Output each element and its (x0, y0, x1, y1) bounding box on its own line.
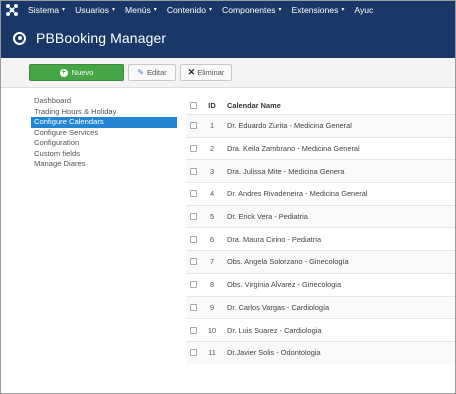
sidebar-item-configuration[interactable]: Configuration (31, 138, 177, 149)
row-calendar-name-link[interactable]: Dra. Keila Zambrano - Medicina General (227, 144, 360, 153)
table-row: 4 Dr. Andres Rivadeneira - Medicina Gener… (186, 182, 455, 205)
row-checkbox[interactable] (190, 326, 197, 334)
menu-extensiones[interactable]: Extensiones ▾ (292, 5, 345, 15)
row-id: 3 (209, 166, 215, 176)
page-title: PBBooking Manager (36, 30, 167, 46)
column-header-id[interactable]: ID (197, 101, 227, 110)
row-checkbox[interactable] (190, 213, 197, 221)
menu-contenido-label: Contenido (166, 4, 206, 15)
row-id: 9 (209, 302, 215, 312)
sidebar-item-manage-diares[interactable]: Manage Diares (31, 159, 177, 170)
x-icon: ✕ (187, 67, 196, 77)
caret-down-icon: ▾ (341, 7, 345, 13)
table-row: 3 Dra. Julissa Mite - Medicina Genera (186, 159, 455, 183)
row-calendar-name-link[interactable]: Dr. Andres Rivadeneira - Medicina Genera… (227, 189, 368, 198)
table-row: 11 Dr.Javier Solis - Odontologia (186, 340, 455, 364)
row-id: 4 (209, 189, 215, 199)
row-calendar-name-link[interactable]: Dr. Eduardo Zurita - Medicina General (227, 121, 352, 130)
sidebar-item-dashboard[interactable]: Dashboard (31, 96, 177, 107)
row-id: 7 (209, 257, 215, 267)
row-checkbox[interactable] (190, 122, 197, 130)
menu-ayuda-label: Ayuc (354, 4, 374, 15)
row-checkbox[interactable] (190, 145, 197, 153)
row-id: 5 (209, 212, 215, 222)
caret-down-icon: ▾ (278, 7, 282, 13)
row-calendar-name-link[interactable]: Obs. Virginia Alvarez - Ginecologia (227, 280, 341, 289)
table-row: 9 Dr. Carlos Vargas - Cardiología (186, 295, 455, 319)
sidebar: Dashboard Trading Hours & Holiday Config… (31, 96, 177, 170)
row-id: 11 (208, 348, 216, 358)
edit-button-label: Editar (147, 68, 167, 77)
select-all-checkbox[interactable] (190, 102, 197, 109)
sidebar-item-configure-calendars[interactable]: Configure Calendars (31, 117, 177, 128)
menu-usuarios[interactable]: Usuarios ▾ (75, 5, 115, 15)
row-checkbox[interactable] (190, 167, 197, 175)
calendars-table: ID Calendar Name 1 Dr. Eduardo Zurita - M… (186, 97, 455, 364)
app-window: Sistema ▾ Usuarios ▾ Menús ▾ Contenido ▾ Com… (0, 0, 456, 394)
menu-componentes-label: Componentes (222, 4, 276, 15)
row-calendar-name-link[interactable]: Dr. Carlos Vargas - Cardiología (227, 303, 329, 312)
menu-menus[interactable]: Menús ▾ (125, 5, 157, 15)
pencil-icon: ✎ (137, 68, 145, 77)
caret-down-icon: ▾ (209, 7, 213, 13)
edit-button[interactable]: ✎ Editar (128, 64, 176, 81)
row-id: 10 (207, 325, 217, 335)
table-row: 6 Dra. Maura Cirino - Pediatria (186, 227, 455, 250)
row-checkbox[interactable] (190, 235, 197, 243)
row-checkbox[interactable] (190, 303, 197, 311)
top-menu-bar: Sistema ▾ Usuarios ▾ Menús ▾ Contenido ▾ Com… (1, 1, 455, 18)
row-checkbox[interactable] (190, 349, 197, 357)
row-checkbox[interactable] (190, 190, 197, 198)
row-id: 1 (209, 121, 215, 131)
row-checkbox[interactable] (190, 281, 197, 289)
row-calendar-name-link[interactable]: Dr. Erick Vera - Pediatria (227, 212, 308, 221)
menu-usuarios-label: Usuarios (75, 4, 109, 15)
row-id: 8 (209, 280, 215, 290)
row-id: 2 (209, 144, 215, 154)
row-calendar-name-link[interactable]: Dr.Javier Solis - Odontologia (227, 348, 321, 357)
menu-sistema[interactable]: Sistema ▾ (28, 5, 65, 15)
page-header: PBBooking Manager (1, 18, 455, 58)
menu-contenido[interactable]: Contenido ▾ (167, 5, 212, 15)
row-calendar-name-link[interactable]: Dra. Maura Cirino - Pediatria (227, 235, 321, 244)
delete-button[interactable]: ✕ Eliminar (180, 64, 232, 81)
circle-dot-icon (13, 31, 26, 45)
menu-menus-label: Menús (125, 4, 151, 15)
menu-extensiones-label: Extensiones (291, 4, 339, 15)
joomla-logo-icon[interactable] (5, 3, 19, 17)
table-row: 10 Dr. Luis Suarez - Cardiologia (186, 318, 455, 341)
menu-ayuda[interactable]: Ayuc (354, 5, 373, 15)
new-button-label: Nuevo (71, 68, 94, 77)
table-row: 8 Obs. Virginia Alvarez - Ginecologia (186, 272, 455, 296)
new-button[interactable]: + Nuevo (29, 64, 124, 81)
toolbar: + Nuevo ✎ Editar ✕ Eliminar (1, 58, 455, 88)
row-checkbox[interactable] (190, 258, 197, 266)
delete-button-label: Eliminar (197, 68, 225, 77)
row-id: 6 (209, 234, 215, 244)
table-row: 1 Dr. Eduardo Zurita - Medicina General (186, 114, 455, 137)
menu-sistema-label: Sistema (28, 4, 60, 15)
caret-down-icon: ▾ (111, 7, 115, 13)
table-row: 7 Obs. Angela Solorzano - Ginecología (186, 250, 455, 273)
column-header-name[interactable]: Calendar Name (227, 101, 281, 110)
row-calendar-name-link[interactable]: Dra. Julissa Mite - Medicina Genera (227, 167, 344, 176)
table-row: 2 Dra. Keila Zambrano - Medicina General (186, 136, 455, 160)
table-header-row: ID Calendar Name (186, 97, 455, 114)
row-calendar-name-link[interactable]: Obs. Angela Solorzano - Ginecología (227, 257, 349, 266)
menu-componentes[interactable]: Componentes ▾ (222, 5, 282, 15)
plus-circle-icon: + (59, 68, 68, 77)
sidebar-item-custom-fields[interactable]: Custom fields (31, 149, 177, 160)
sidebar-item-trading-hours[interactable]: Trading Hours & Holiday (31, 107, 177, 118)
sidebar-item-configure-services[interactable]: Configure Services (31, 128, 177, 139)
table-row: 5 Dr. Erick Vera - Pediatria (186, 204, 455, 228)
row-calendar-name-link[interactable]: Dr. Luis Suarez - Cardiologia (227, 326, 321, 335)
caret-down-icon: ▾ (62, 7, 66, 13)
caret-down-icon: ▾ (153, 7, 157, 13)
